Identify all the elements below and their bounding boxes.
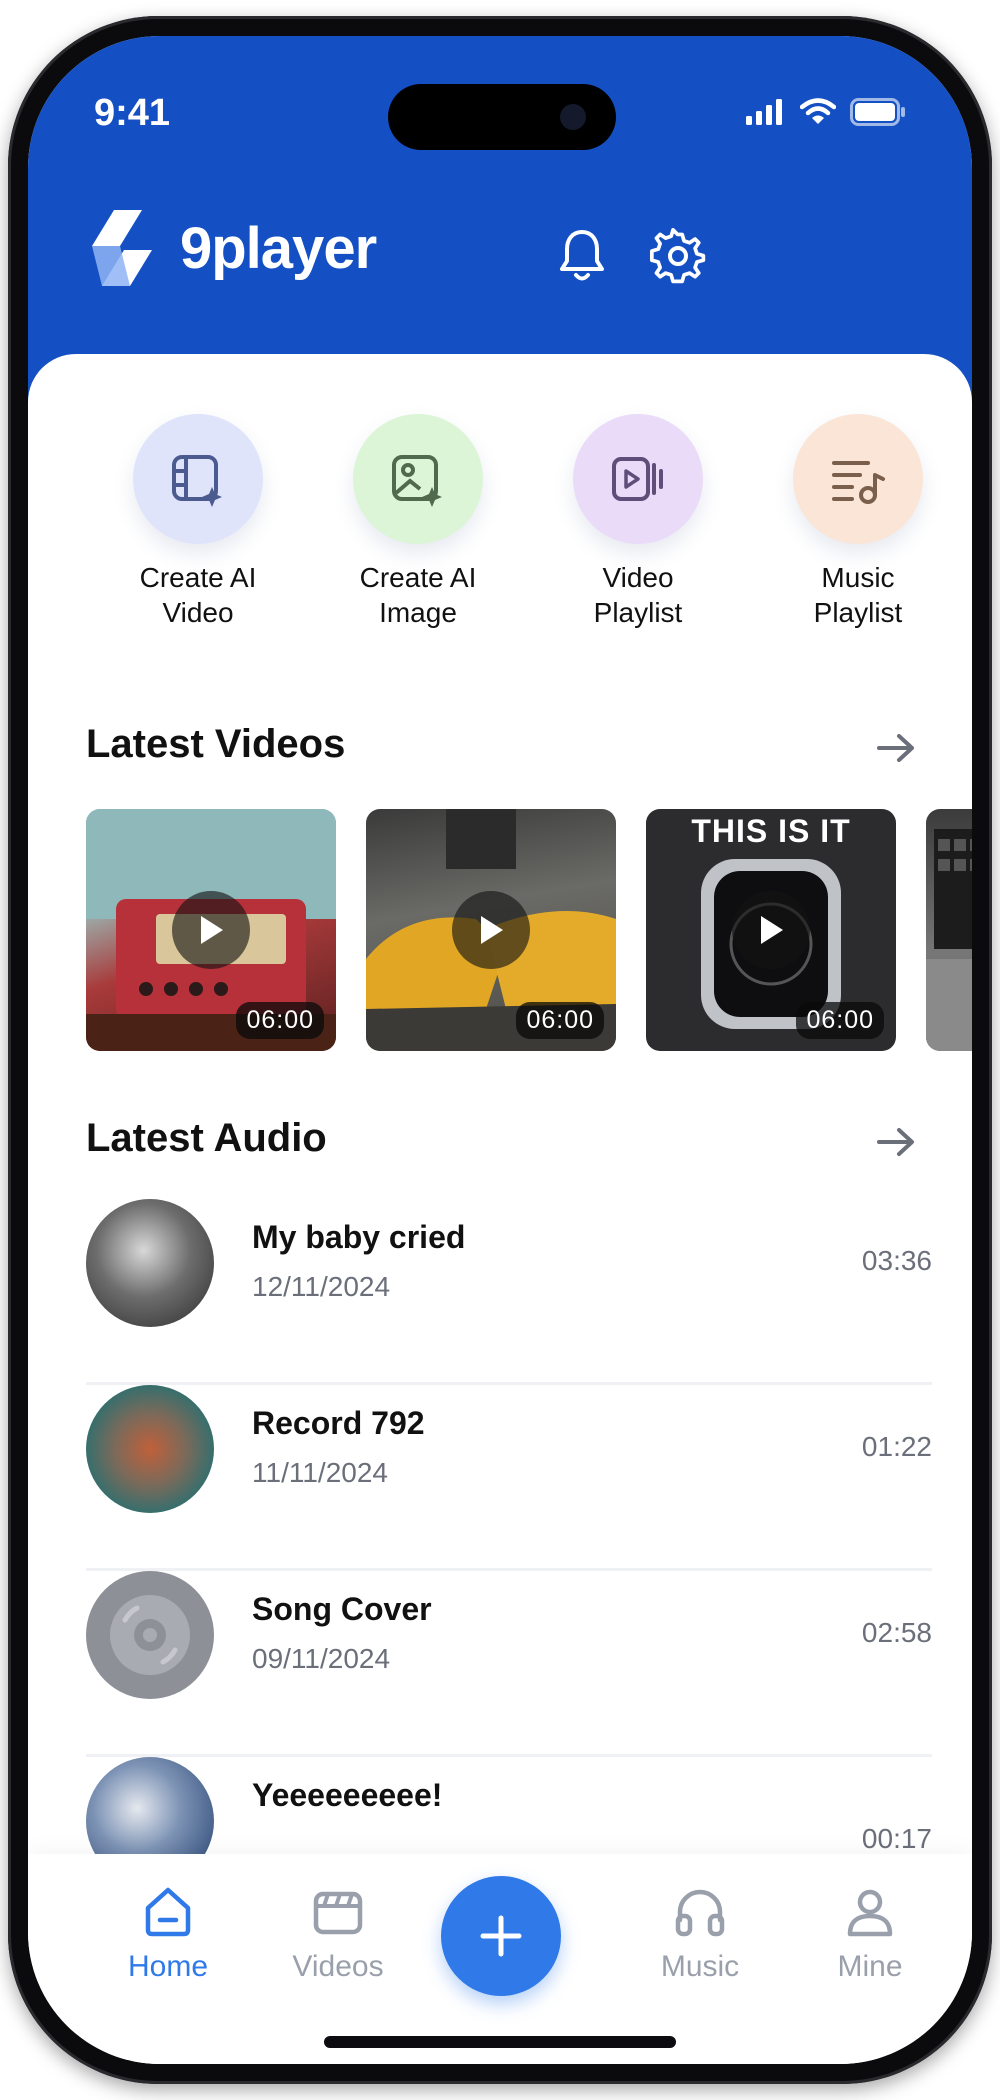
- video-overlay-text: THIS IS IT: [691, 813, 851, 849]
- nav-music-label: Music: [660, 1950, 740, 1983]
- video-duration: 06:00: [796, 1002, 884, 1039]
- clapperboard-icon: [313, 1891, 363, 1935]
- create-ai-video-button[interactable]: Create AI Video: [98, 414, 298, 630]
- latest-audio-title: Latest Audio: [86, 1116, 327, 1160]
- home-icon: [145, 1887, 191, 1937]
- action-circle: [793, 414, 923, 544]
- latest-videos-title: Latest Videos: [86, 722, 346, 766]
- audio-duration: 00:17: [861, 1823, 932, 1854]
- user-icon: [847, 1889, 893, 1937]
- ai-image-icon: [392, 455, 442, 507]
- music-playlist-button[interactable]: Music Playlist: [758, 414, 958, 630]
- audio-title: Record 792: [252, 1405, 425, 1441]
- disc-icon: [110, 1595, 190, 1675]
- nav-videos[interactable]: Videos: [268, 1884, 408, 1984]
- logo-mark-icon: [92, 210, 152, 286]
- dynamic-island: [388, 84, 616, 150]
- add-button[interactable]: [441, 1876, 561, 1996]
- home-indicator: [324, 2036, 676, 2048]
- audio-item[interactable]: Yeeeeeeeee! 00:17: [86, 1757, 932, 1854]
- audio-date: 12/11/2024: [252, 1271, 391, 1302]
- keyboard-thumbnail: [926, 829, 972, 1051]
- audio-cover: [86, 1757, 214, 1854]
- action-label: Music Playlist: [813, 562, 903, 628]
- video-card[interactable]: THIS IS IT 06:00: [646, 809, 896, 1051]
- battery-icon: [850, 98, 905, 126]
- bell-icon: [560, 230, 604, 281]
- audio-cover: [86, 1199, 214, 1327]
- music-playlist-icon: [832, 461, 885, 504]
- audio-duration: 02:58: [861, 1617, 932, 1648]
- bottom-nav: Home Videos Music Mine: [28, 1854, 972, 2064]
- audio-duration: 01:22: [861, 1431, 932, 1462]
- audio-title: My baby cried: [252, 1219, 466, 1255]
- audio-item[interactable]: Song Cover 09/11/2024 02:58: [86, 1571, 932, 1757]
- latest-audio-list: My baby cried 12/11/2024 03:36 Record 79…: [86, 1199, 932, 1854]
- play-button[interactable]: [452, 891, 530, 969]
- camera-icon: [560, 104, 586, 130]
- plus-icon: [480, 1915, 522, 1957]
- audio-date: 09/11/2024: [252, 1643, 391, 1674]
- signal-icon: [746, 99, 782, 125]
- audio-title: Yeeeeeeeee!: [252, 1777, 443, 1813]
- play-icon: [201, 916, 223, 944]
- gear-icon: [650, 228, 706, 284]
- home-content: Create AI Video Create AI Image Video Pl…: [28, 354, 972, 1854]
- video-playlist-button[interactable]: Video Playlist: [538, 414, 738, 630]
- play-button[interactable]: [732, 891, 810, 969]
- video-duration: 06:00: [236, 1002, 324, 1039]
- audio-date: 11/11/2024: [252, 1457, 388, 1488]
- action-label: Video Playlist: [593, 562, 683, 628]
- audio-item[interactable]: My baby cried 12/11/2024 03:36: [86, 1199, 932, 1385]
- latest-audio-more-button[interactable]: [874, 1120, 918, 1164]
- create-ai-image-button[interactable]: Create AI Image: [318, 414, 518, 630]
- screen: 9:41 9player Create AI Video Create AI I…: [28, 36, 972, 2064]
- audio-cover: [86, 1571, 214, 1699]
- app-name: 9player: [180, 215, 377, 281]
- nav-mine-label: Mine: [837, 1950, 903, 1983]
- video-playlist-icon: [612, 457, 663, 501]
- nav-home[interactable]: Home: [98, 1884, 238, 1984]
- ai-video-icon: [172, 455, 222, 507]
- status-icons: [746, 98, 906, 126]
- play-button[interactable]: [172, 891, 250, 969]
- nav-music[interactable]: Music: [630, 1884, 770, 1984]
- quick-actions: Create AI Video Create AI Image Video Pl…: [28, 414, 972, 644]
- notification-button[interactable]: [550, 224, 614, 288]
- latest-videos-more-button[interactable]: [874, 726, 918, 770]
- video-card-partial[interactable]: [926, 809, 972, 1051]
- video-card[interactable]: 06:00: [366, 809, 616, 1051]
- audio-cover: [86, 1385, 214, 1513]
- arrow-right-icon: [877, 734, 914, 762]
- audio-duration: 03:36: [861, 1245, 932, 1276]
- audio-title: Song Cover: [252, 1591, 432, 1627]
- wifi-icon: [800, 98, 836, 124]
- nav-home-label: Home: [127, 1950, 209, 1983]
- video-card[interactable]: 06:00: [86, 809, 336, 1051]
- arrow-right-icon: [877, 1128, 914, 1156]
- action-circle: [353, 414, 483, 544]
- action-circle: [573, 414, 703, 544]
- video-duration: 06:00: [516, 1002, 604, 1039]
- play-icon: [481, 916, 503, 944]
- headphones-icon: [675, 1889, 725, 1937]
- status-time: 9:41: [94, 92, 171, 134]
- phone-frame: 9:41 9player Create AI Video Create AI I…: [8, 16, 992, 2084]
- nav-videos-label: Videos: [292, 1950, 384, 1983]
- action-circle: [133, 414, 263, 544]
- settings-button[interactable]: [646, 224, 710, 288]
- play-icon: [761, 916, 783, 944]
- action-label: Create AI Image: [359, 562, 477, 628]
- action-label: Create AI Video: [139, 562, 257, 628]
- nav-mine[interactable]: Mine: [800, 1884, 940, 1984]
- latest-videos-row: 06:00 06:00 THIS IS IT 06:00: [86, 809, 972, 1051]
- app-logo: 9player: [84, 208, 377, 288]
- audio-item[interactable]: Record 792 11/11/2024 01:22: [86, 1385, 932, 1571]
